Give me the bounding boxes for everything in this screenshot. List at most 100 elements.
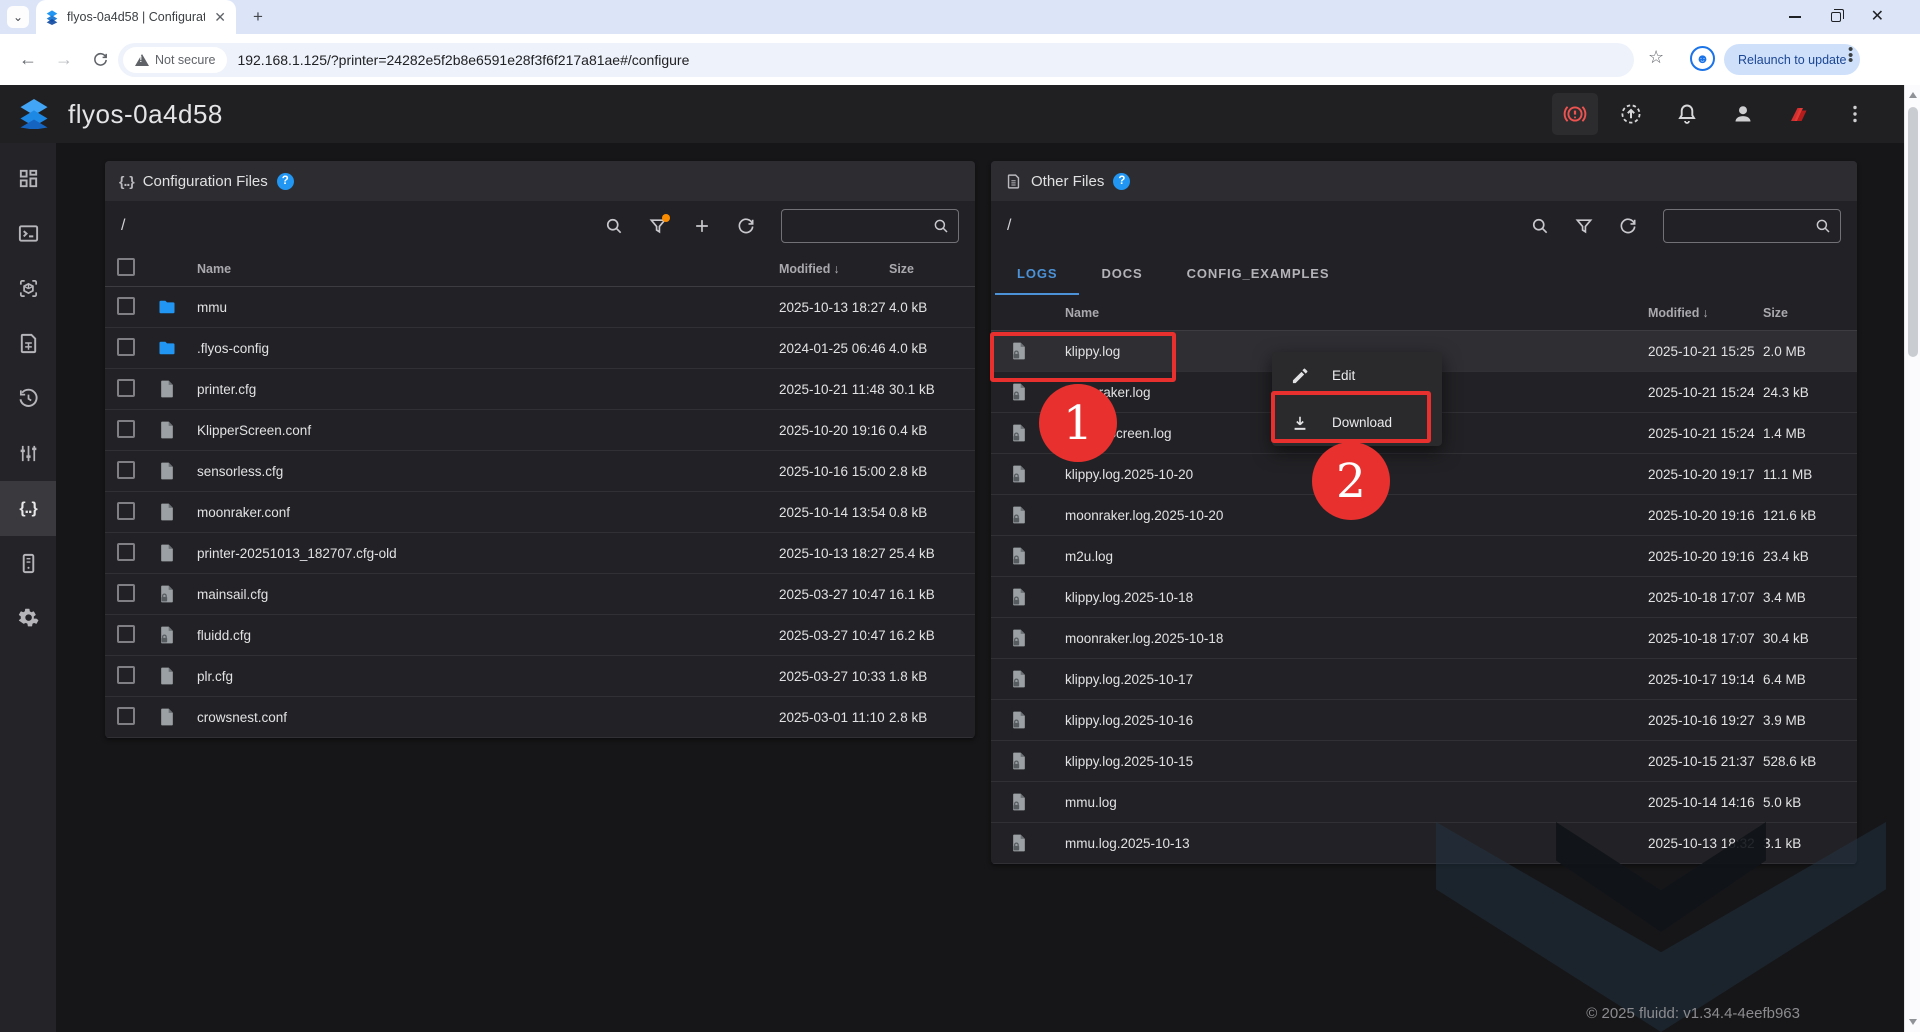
browser-menu-icon[interactable]: ••• <box>1848 47 1853 64</box>
refresh-button[interactable] <box>1611 209 1645 243</box>
help-icon[interactable]: ? <box>1113 173 1130 190</box>
forward-button[interactable]: → <box>52 47 76 71</box>
table-row[interactable]: plr.cfg 2025-03-27 10:33 1.8 kB <box>105 656 975 697</box>
table-row[interactable]: fluidd.cfg 2025-03-27 10:47 16.2 kB <box>105 615 975 656</box>
table-row[interactable]: mmu.log.2025-10-13 2025-10-13 18:32 3.1 … <box>991 823 1857 864</box>
table-row[interactable]: klippy.log.2025-10-15 2025-10-15 21:37 5… <box>991 741 1857 782</box>
file-name: klippy.log.2025-10-16 <box>1065 713 1648 728</box>
other-search-field[interactable] <box>1663 209 1841 243</box>
table-row[interactable]: mainsail.cfg 2025-03-27 10:47 16.1 kB <box>105 574 975 615</box>
table-row[interactable]: printer-20251013_182707.cfg-old 2025-10-… <box>105 533 975 574</box>
page-scrollbar[interactable] <box>1904 85 1920 1032</box>
row-checkbox[interactable] <box>117 461 135 479</box>
column-size[interactable]: Size <box>1763 306 1843 320</box>
file-name: plr.cfg <box>197 669 779 684</box>
row-checkbox[interactable] <box>117 707 135 725</box>
scroll-up-arrow[interactable] <box>1909 92 1917 98</box>
relaunch-button[interactable]: Relaunch to update <box>1724 44 1860 75</box>
column-name[interactable]: Name <box>197 262 779 276</box>
tab-logs[interactable]: LOGS <box>995 251 1079 295</box>
sidebar-item-console[interactable] <box>0 206 56 261</box>
row-checkbox[interactable] <box>117 543 135 561</box>
config-search-field[interactable] <box>781 209 959 243</box>
help-icon[interactable]: ? <box>277 173 294 190</box>
sidebar-item-tune[interactable] <box>0 426 56 481</box>
row-checkbox[interactable] <box>117 338 135 356</box>
window-minimize-button[interactable] <box>1789 16 1801 18</box>
row-checkbox[interactable] <box>117 379 135 397</box>
row-checkbox[interactable] <box>117 502 135 520</box>
window-close-button[interactable]: ✕ <box>1871 9 1884 25</box>
column-name[interactable]: Name <box>1065 306 1648 320</box>
table-row[interactable]: mmu.log 2025-10-14 14:16 5.0 kB <box>991 782 1857 823</box>
table-row[interactable]: moonraker.conf 2025-10-14 13:54 0.8 kB <box>105 492 975 533</box>
table-row[interactable]: klippy.log.2025-10-17 2025-10-17 19:14 6… <box>991 659 1857 700</box>
row-checkbox[interactable] <box>117 297 135 315</box>
address-bar[interactable]: Not secure 192.168.1.125/?printer=24282e… <box>118 43 1634 77</box>
table-row[interactable]: crowsnest.conf 2025-03-01 11:10 2.8 kB <box>105 697 975 738</box>
table-row[interactable]: klippy.log.2025-10-20 2025-10-20 19:17 1… <box>991 454 1857 495</box>
table-row[interactable]: moonraker.log.2025-10-20 2025-10-20 19:1… <box>991 495 1857 536</box>
tab-search-button[interactable]: ⌄ <box>7 6 29 28</box>
table-row[interactable]: printer.cfg 2025-10-21 11:48 30.1 kB <box>105 369 975 410</box>
row-checkbox[interactable] <box>117 666 135 684</box>
row-checkbox[interactable] <box>117 584 135 602</box>
gcode-preview-icon <box>17 277 40 300</box>
refresh-button[interactable] <box>729 209 763 243</box>
scrollbar-thumb[interactable] <box>1908 107 1918 357</box>
table-row[interactable]: .flyos-config 2024-01-25 06:46 4.0 kB <box>105 328 975 369</box>
brand-button[interactable] <box>1776 93 1822 135</box>
account-button[interactable] <box>1720 93 1766 135</box>
table-row[interactable]: klippy.log.2025-10-16 2025-10-16 19:27 3… <box>991 700 1857 741</box>
sidebar-item-configuration[interactable]: {..} <box>0 481 56 536</box>
window-restore-button[interactable] <box>1831 12 1841 22</box>
file-name: fluidd.cfg <box>197 628 779 643</box>
table-row[interactable]: mmu 2025-10-13 18:27 4.0 kB <box>105 287 975 328</box>
software-update-button[interactable] <box>1608 93 1654 135</box>
emergency-stop-button[interactable] <box>1552 93 1598 135</box>
tab-docs[interactable]: DOCS <box>1079 251 1164 295</box>
security-chip[interactable]: Not secure <box>123 47 227 73</box>
column-modified[interactable]: Modified↓ <box>1648 306 1763 320</box>
sidebar-item-gcode-preview[interactable] <box>0 261 56 316</box>
column-modified[interactable]: Modified↓ <box>779 262 889 276</box>
file-icon <box>157 706 197 728</box>
new-tab-button[interactable]: + <box>248 7 268 27</box>
table-row[interactable]: klippy.log.2025-10-18 2025-10-18 17:07 3… <box>991 577 1857 618</box>
search-button[interactable] <box>597 209 631 243</box>
sidebar-item-settings[interactable] <box>0 591 56 646</box>
file-name: klippy.log.2025-10-18 <box>1065 590 1648 605</box>
table-row[interactable]: sensorless.cfg 2025-10-16 15:00 2.8 kB <box>105 451 975 492</box>
file-icon <box>157 419 197 441</box>
table-row[interactable]: KlipperScreen.conf 2025-10-20 19:16 0.4 … <box>105 410 975 451</box>
reload-button[interactable] <box>88 47 112 71</box>
row-checkbox[interactable] <box>117 420 135 438</box>
add-file-button[interactable] <box>685 209 719 243</box>
other-search-input[interactable] <box>1672 219 1814 234</box>
table-row[interactable]: moonraker.log.2025-10-18 2025-10-18 17:0… <box>991 618 1857 659</box>
filter-button[interactable] <box>641 209 675 243</box>
filter-button[interactable] <box>1567 209 1601 243</box>
column-size[interactable]: Size <box>889 262 961 276</box>
browser-profile-icon[interactable]: ☻ <box>1690 46 1715 71</box>
notifications-button[interactable] <box>1664 93 1710 135</box>
tab-config_examples[interactable]: CONFIG_EXAMPLES <box>1165 251 1352 295</box>
row-checkbox[interactable] <box>117 625 135 643</box>
search-button[interactable] <box>1523 209 1557 243</box>
back-button[interactable]: ← <box>16 47 40 71</box>
tab-close-icon[interactable]: ✕ <box>212 9 228 26</box>
sidebar-item-jobs[interactable] <box>0 316 56 371</box>
config-search-input[interactable] <box>790 219 932 234</box>
other-panel-title: Other Files <box>1031 173 1104 190</box>
table-row[interactable]: m2u.log 2025-10-20 19:16 23.4 kB <box>991 536 1857 577</box>
sidebar-item-history[interactable] <box>0 371 56 426</box>
sidebar-item-system[interactable] <box>0 536 56 591</box>
bookmark-star-icon[interactable]: ☆ <box>1648 47 1664 68</box>
overflow-menu-button[interactable] <box>1832 93 1878 135</box>
other-table-header: Name Modified↓ Size <box>991 295 1857 331</box>
sidebar-item-dashboard[interactable] <box>0 151 56 206</box>
select-all-checkbox[interactable] <box>117 258 135 276</box>
file-size: 23.4 kB <box>1763 549 1843 564</box>
scroll-down-arrow[interactable] <box>1909 1019 1917 1025</box>
browser-tab[interactable]: flyos-0a4d58 | Configuration ✕ <box>36 0 236 34</box>
